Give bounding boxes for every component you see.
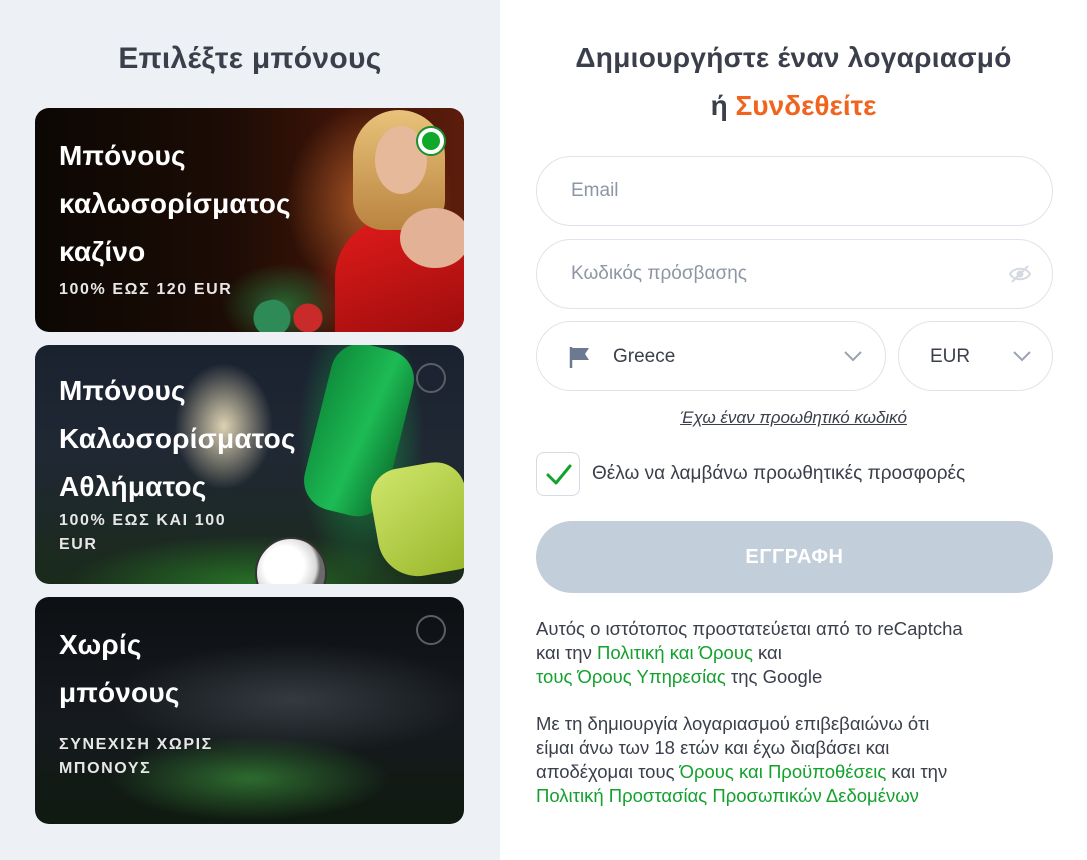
radio-unselected-icon[interactable] [416, 615, 446, 645]
consent-text-line: είμαι άνω των 18 ετών και έχω διαβάσει κ… [536, 737, 890, 758]
age-consent-notice: Με τη δημιουργία λογαριασμού επιβεβαιώνω… [536, 712, 1066, 808]
recaptcha-text-line: τους Όρους Υπηρεσίας της Google [536, 665, 1066, 689]
register-button[interactable]: ΕΓΓΡΑΦΗ [536, 521, 1053, 593]
radio-unselected-icon[interactable] [416, 363, 446, 393]
bonus-card-title-line: καζίνο [59, 236, 146, 267]
currency-value: EUR [930, 346, 971, 367]
bonus-card-subtitle: 100% ΕΩΣ ΚΑΙ 100 EUR [59, 509, 296, 557]
football-boot-image [366, 457, 464, 583]
bonus-card-no-bonus[interactable]: Χωρίς μπόνους ΣΥΝΕΧΙΣΗ ΧΩΡΙΣ ΜΠΟΝΟΥΣ [35, 597, 464, 824]
consent-text-line: αποδέχομαι τους Όρους και Προϋποθέσεις κ… [536, 760, 1066, 784]
login-heading: ή Συνδεθείτε [500, 90, 1087, 122]
recaptcha-text-line: και την Πολιτική και Όρους και [536, 641, 1066, 665]
legal-text: αποδέχομαι τους [536, 761, 680, 782]
terms-and-conditions-link[interactable]: Όρους και Προϋποθέσεις [680, 761, 887, 782]
privacy-policy-terms-link[interactable]: Πολιτική και Όρους [597, 642, 753, 663]
bonus-card-subtitle-line: ΣΥΝΕΧΙΣΗ ΧΩΡΙΣ [59, 736, 213, 753]
legal-text: και την [886, 761, 948, 782]
casino-model-shoulder [400, 208, 464, 268]
bonus-panel-title: Επιλέξτε μπόνους [118, 42, 382, 75]
radio-selected-icon[interactable] [416, 126, 446, 156]
bonus-card-subtitle-line: 100% ΕΩΣ ΚΑΙ 100 [59, 512, 227, 529]
heading-or-text: ή [710, 90, 728, 121]
bonus-card-title-line: Καλωσορίσματος [59, 423, 296, 454]
bonus-card-subtitle-line: EUR [59, 536, 98, 553]
country-value: Greece [613, 346, 676, 367]
bonus-card-title: Μπόνους Καλωσορίσματος Αθλήματος [59, 367, 296, 511]
promo-code-link[interactable]: Έχω έναν προωθητικό κωδικό [500, 408, 1087, 428]
password-input[interactable] [571, 240, 951, 308]
bonus-card-casino[interactable]: Μπόνους καλωσορίσματος καζίνο 100% ΕΩΣ 1… [35, 108, 464, 332]
bonus-card-text: Μπόνους Καλωσορίσματος Αθλήματος 100% ΕΩ… [59, 367, 296, 557]
recaptcha-text-line: Αυτός ο ιστότοπος προστατεύεται από το r… [536, 618, 963, 639]
checkmark-icon [546, 464, 572, 485]
email-input[interactable] [571, 157, 951, 225]
chevron-down-icon [844, 351, 862, 362]
offers-checkbox[interactable] [536, 452, 580, 496]
bonus-card-title-line: Μπόνους [59, 375, 186, 406]
bonus-card-subtitle-line: 100% ΕΩΣ 120 EUR [59, 281, 233, 298]
bonus-card-title: Μπόνους καλωσορίσματος καζίνο [59, 132, 291, 276]
email-field[interactable] [536, 156, 1053, 226]
bonus-card-text: Χωρίς μπόνους ΣΥΝΕΧΙΣΗ ΧΩΡΙΣ ΜΠΟΝΟΥΣ [59, 621, 213, 781]
bonus-card-subtitle: 100% ΕΩΣ 120 EUR [59, 278, 291, 302]
casino-chips-image [245, 298, 335, 332]
login-link[interactable]: Συνδεθείτε [735, 90, 876, 121]
bonus-card-text: Μπόνους καλωσορίσματος καζίνο 100% ΕΩΣ 1… [59, 132, 291, 302]
bonus-card-title-line: Χωρίς [59, 629, 142, 660]
bonus-card-title-line: Μπόνους [59, 140, 186, 171]
password-field[interactable] [536, 239, 1053, 309]
bonus-card-title-line: καλωσορίσματος [59, 188, 291, 219]
privacy-data-protection-link[interactable]: Πολιτική Προστασίας Προσωπικών Δεδομένων [536, 785, 919, 806]
bonus-card-title: Χωρίς μπόνους [59, 621, 213, 717]
bonus-card-subtitle: ΣΥΝΕΧΙΣΗ ΧΩΡΙΣ ΜΠΟΝΟΥΣ [59, 733, 213, 781]
chevron-down-icon [1013, 351, 1031, 362]
country-select[interactable]: Greece [536, 321, 886, 391]
flag-icon [569, 347, 589, 368]
offers-checkbox-label: Θέλω να λαμβάνω προωθητικές προσφορές [592, 463, 966, 484]
legal-text: και την [536, 642, 597, 663]
bonus-card-title-line: Αθλήματος [59, 471, 207, 502]
eye-slash-icon[interactable] [1008, 264, 1032, 284]
consent-text-line: Με τη δημιουργία λογαριασμού επιβεβαιώνω… [536, 713, 930, 734]
bonus-card-title-line: μπόνους [59, 677, 180, 708]
consent-text-line: Πολιτική Προστασίας Προσωπικών Δεδομένων [536, 784, 1066, 808]
bonus-card-sport[interactable]: Μπόνους Καλωσορίσματος Αθλήματος 100% ΕΩ… [35, 345, 464, 584]
bonus-card-subtitle-line: ΜΠΟΝΟΥΣ [59, 760, 152, 777]
register-heading: Δημιουργήστε έναν λογαριασμό [575, 42, 1012, 73]
bonus-panel: Επιλέξτε μπόνους Μπόνους καλωσορίσματος … [0, 0, 500, 860]
currency-select[interactable]: EUR [898, 321, 1053, 391]
recaptcha-notice: Αυτός ο ιστότοπος προστατεύεται από το r… [536, 617, 1066, 689]
google-terms-of-service-link[interactable]: τους Όρους Υπηρεσίας [536, 666, 726, 687]
legal-text: της Google [725, 666, 823, 687]
legal-text: και [752, 642, 782, 663]
